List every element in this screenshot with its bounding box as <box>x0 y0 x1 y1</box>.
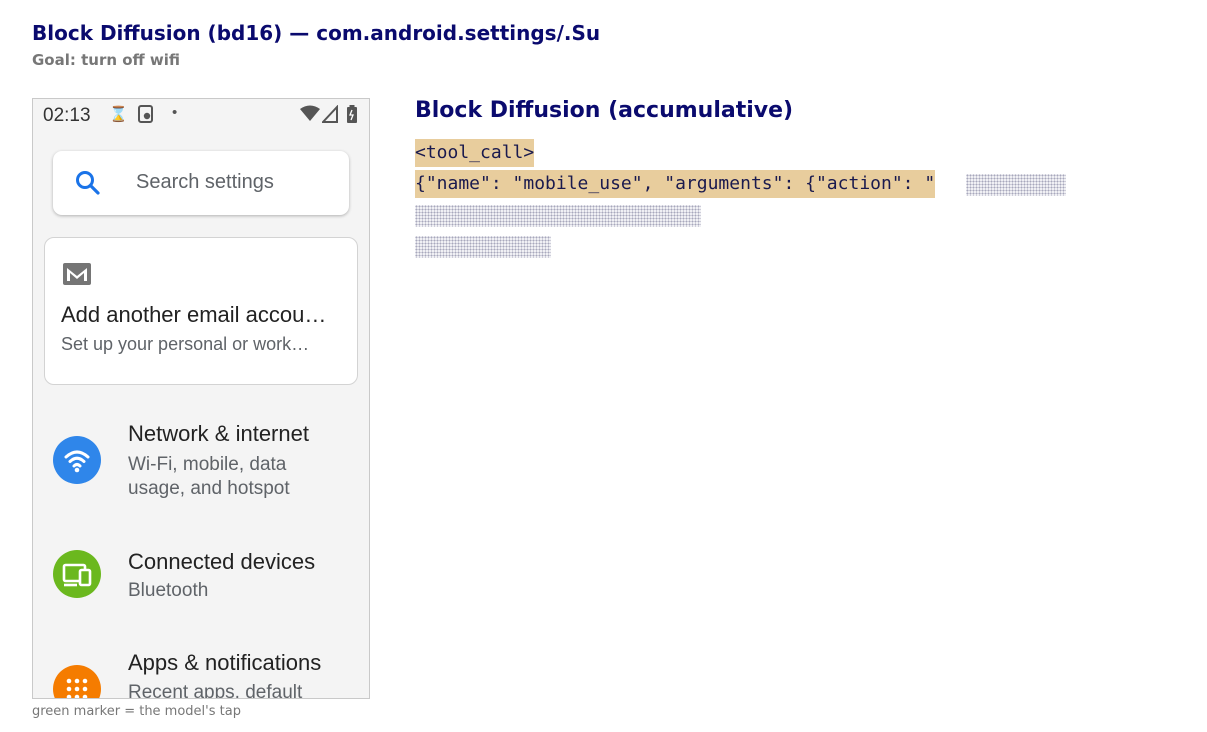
search-bar[interactable]: Search settings <box>53 151 349 215</box>
masked-token-block <box>966 174 1066 196</box>
apps-grid-icon <box>53 665 101 698</box>
search-icon <box>75 170 101 196</box>
settings-item-subtitle: Bluetooth <box>128 580 209 601</box>
wifi-icon <box>53 436 101 484</box>
page-title: Block Diffusion (bd16) — com.android.set… <box>32 21 601 45</box>
caption: green marker = the model's tap <box>32 704 241 719</box>
status-time: 02:13 <box>43 105 91 126</box>
suggestion-subtitle: Set up your personal or work… <box>61 334 310 354</box>
settings-item-connected-devices[interactable]: Connected devices Bluetooth <box>33 545 369 615</box>
code-line-2: {"name": "mobile_use", "arguments": {"ac… <box>415 170 936 198</box>
sim-settings-icon <box>137 105 155 129</box>
devices-icon <box>53 550 101 598</box>
hourglass-icon: ⌛ <box>109 106 128 123</box>
goal-text: Goal: turn off wifi <box>32 51 181 69</box>
code-line-1: <tool_call> <box>415 139 535 167</box>
masked-token-block <box>415 236 551 258</box>
settings-item-network[interactable]: Network & internet Wi-Fi, mobile, data u… <box>33 417 369 517</box>
settings-item-subtitle: Recent apps, default <box>128 682 303 699</box>
dot-icon: • <box>172 104 178 121</box>
highlighted-token: <tool_call> <box>415 139 535 167</box>
wifi-signal-icon <box>300 105 320 129</box>
battery-icon <box>346 105 358 129</box>
settings-item-title: Connected devices <box>128 549 316 574</box>
settings-item-title: Apps & notifications <box>128 650 322 675</box>
search-placeholder: Search settings <box>136 171 274 193</box>
settings-item-apps-notifications[interactable]: Apps & notifications Recent apps, defaul… <box>33 648 369 699</box>
mail-icon <box>62 262 92 286</box>
suggestion-card[interactable]: Add another email accou… Set up your per… <box>44 237 358 385</box>
panel-title: Block Diffusion (accumulative) <box>415 98 794 123</box>
highlighted-token: {"name": "mobile_use", "arguments": {"ac… <box>415 170 936 198</box>
cell-signal-icon <box>320 104 338 129</box>
settings-item-title: Network & internet <box>128 421 309 446</box>
settings-item-subtitle: Wi-Fi, mobile, data usage, and hotspot <box>128 454 290 499</box>
status-bar: 02:13 ⌛ • <box>33 99 369 131</box>
phone-screenshot: 02:13 ⌛ • Search settings Add another em… <box>32 98 370 699</box>
masked-token-block <box>415 205 701 227</box>
suggestion-title: Add another email accou… <box>61 302 327 327</box>
